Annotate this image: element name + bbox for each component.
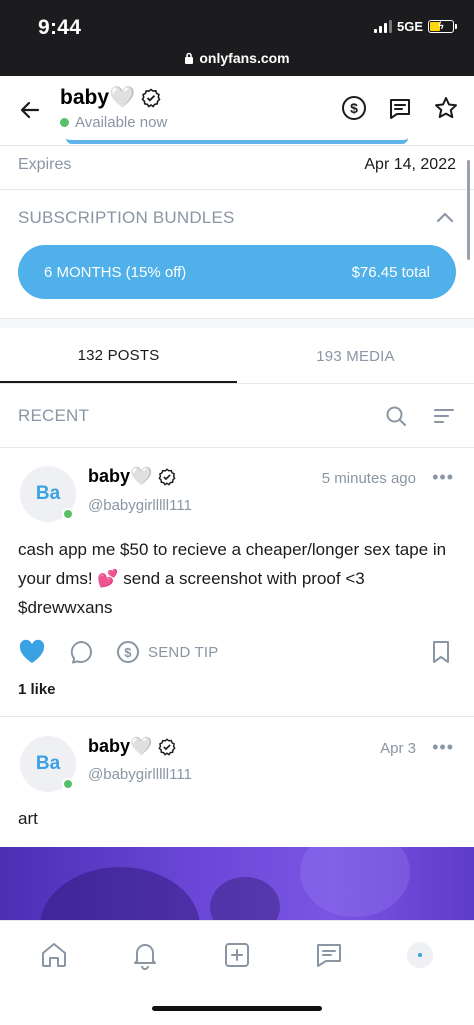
post-author: baby🤍 [88, 736, 153, 756]
verified-badge-icon [158, 467, 176, 486]
profile-status: Available now [60, 114, 167, 131]
post-author-row[interactable]: baby🤍 [88, 736, 176, 757]
svg-text:$: $ [124, 645, 132, 660]
url-text: onlyfans.com [199, 50, 290, 66]
chevron-up-icon[interactable] [434, 207, 456, 229]
verified-badge-icon [141, 88, 161, 108]
feed-header: RECENT [18, 398, 456, 434]
profile-avatar[interactable] [400, 935, 440, 975]
post-text: art [18, 809, 38, 828]
star-icon[interactable] [432, 94, 460, 122]
bundle-button[interactable]: 6 MONTHS (15% off) $76.45 total [18, 245, 456, 299]
post-text: cash app me $50 to recieve a cheaper/lon… [18, 540, 447, 617]
verified-badge-icon [158, 737, 176, 756]
url-bar[interactable]: onlyfans.com [0, 50, 474, 66]
divider [0, 189, 474, 190]
heart-icon[interactable] [18, 639, 46, 665]
expires-value: Apr 14, 2022 [364, 156, 456, 173]
post-author: baby🤍 [88, 466, 153, 486]
subscription-bundles-header[interactable]: SUBSCRIPTION BUNDLES [18, 205, 456, 231]
comment-icon[interactable] [68, 639, 94, 665]
dollar-circle-icon[interactable]: $ [340, 94, 368, 122]
post-actions: $ SEND TIP [18, 637, 456, 667]
back-arrow-icon[interactable] [14, 94, 46, 126]
tab-posts[interactable]: 132 POSTS [0, 330, 237, 383]
profile-name: baby🤍 [60, 86, 136, 109]
bundles-label: SUBSCRIPTION BUNDLES [18, 208, 235, 227]
profile-header: baby🤍 Available now $ [0, 76, 474, 144]
post-time: 5 minutes ago [321, 470, 416, 487]
network-label: 5GE [396, 19, 423, 34]
divider [0, 716, 474, 717]
post-media-image[interactable] [0, 847, 474, 920]
avatar[interactable]: Ba [20, 736, 76, 792]
post-handle[interactable]: @babygirlllll111 [88, 497, 192, 514]
post-time: Apr 3 [380, 740, 416, 757]
message-icon[interactable] [386, 94, 414, 122]
expires-row: Expires Apr 14, 2022 [18, 156, 456, 180]
divider [0, 145, 474, 146]
sort-icon[interactable] [432, 404, 456, 428]
status-indicators: 5GE ϟ [373, 19, 457, 34]
profile-status-text: Available now [75, 114, 168, 131]
scrollbar[interactable] [467, 160, 470, 260]
send-tip-label: SEND TIP [148, 643, 219, 661]
chat-icon[interactable] [309, 935, 349, 975]
home-icon[interactable] [34, 935, 74, 975]
more-options-icon[interactable]: ••• [432, 737, 454, 758]
svg-text:$: $ [350, 100, 358, 116]
dollar-circle-icon: $ [117, 641, 139, 663]
avatar-initials: Ba [35, 483, 61, 504]
tab-media[interactable]: 193 MEDIA [237, 330, 474, 383]
expires-label: Expires [18, 156, 72, 173]
online-dot [60, 118, 69, 127]
bundle-label: 6 MONTHS (15% off) [44, 263, 187, 281]
search-icon[interactable] [384, 404, 408, 428]
battery-icon: ϟ [428, 20, 457, 33]
lock-icon [185, 52, 194, 64]
feed-tools [384, 404, 456, 428]
profile-tabs: 132 POSTS 193 MEDIA [0, 330, 474, 384]
section-separator [0, 318, 474, 328]
home-indicator [152, 1006, 322, 1011]
likes-count[interactable]: 1 like [18, 681, 56, 698]
more-options-icon[interactable]: ••• [432, 467, 454, 488]
bell-icon[interactable] [125, 935, 165, 975]
avatar-initials: Ba [35, 753, 61, 774]
online-dot [62, 508, 74, 520]
button-edge [66, 138, 408, 144]
feed-section-label: RECENT [18, 406, 90, 425]
post-handle[interactable]: @babygirlllll111 [88, 766, 192, 783]
profile-name-row: baby🤍 [60, 86, 161, 110]
header-actions: $ [340, 94, 460, 122]
bundle-price: $76.45 total [351, 263, 430, 281]
send-tip-button[interactable]: $ SEND TIP [116, 640, 219, 664]
online-dot [62, 778, 74, 790]
signal-icon [373, 20, 392, 33]
bookmark-icon[interactable] [430, 639, 452, 665]
plus-square-icon[interactable] [217, 935, 257, 975]
clock: 9:44 [38, 16, 82, 39]
post-author-row[interactable]: baby🤍 [88, 466, 176, 487]
browser-top-bar: 9:44 5GE ϟ onlyfans.com [0, 0, 474, 76]
avatar[interactable]: Ba [20, 466, 76, 522]
divider [0, 447, 474, 448]
